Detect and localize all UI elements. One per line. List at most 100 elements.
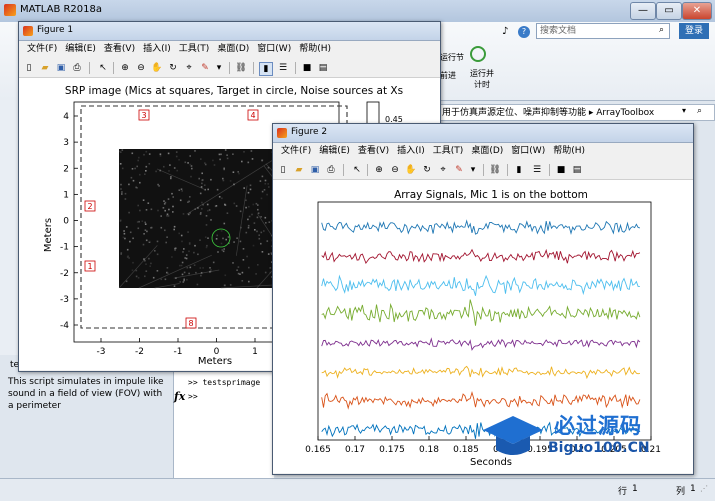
maximize-button[interactable]: ▭ (656, 2, 682, 20)
minimize-button[interactable]: — (630, 2, 656, 20)
status-bar-resize-icon[interactable]: ⋰ (700, 484, 708, 493)
link-icon[interactable]: ⛓ (235, 62, 247, 74)
hide-plot-tools-icon[interactable]: ■ (555, 164, 567, 176)
menu-desktop[interactable]: 桌面(D) (217, 42, 249, 56)
current-folder-path[interactable]: 用于仿真声源定位、噪声抑制等功能 ▸ ArrayToolbox (438, 104, 715, 121)
heatmap-pixel (144, 275, 146, 278)
heatmap-pixel (199, 192, 202, 195)
brush-dropdown-icon[interactable]: ▾ (467, 164, 479, 176)
command-window[interactable]: >> testsprimage >> fx (173, 372, 274, 478)
brush-icon[interactable]: ✎ (199, 62, 211, 74)
menu-window[interactable]: 窗口(W) (511, 144, 545, 158)
heatmap-pixel (120, 188, 122, 190)
menu-edit[interactable]: 编辑(E) (65, 42, 96, 56)
link-icon[interactable]: ⛓ (489, 164, 501, 176)
save-icon[interactable]: ▣ (55, 62, 67, 74)
pan-icon[interactable]: ✋ (151, 62, 163, 74)
menu-help[interactable]: 帮助(H) (299, 42, 331, 56)
menu-help[interactable]: 帮助(H) (553, 144, 585, 158)
menu-tools[interactable]: 工具(T) (179, 42, 210, 56)
heatmap-pixel (237, 171, 239, 173)
heatmap-pixel (220, 230, 223, 232)
menu-edit[interactable]: 编辑(E) (319, 144, 350, 158)
heatmap-pixel (162, 207, 165, 209)
heatmap-pixel (220, 242, 223, 245)
fx-icon[interactable]: fx (174, 390, 185, 403)
print-icon[interactable]: ⎙ (71, 62, 83, 74)
heatmap-pixel (173, 225, 176, 228)
new-file-icon[interactable]: ▯ (23, 62, 35, 74)
brush-icon[interactable]: ✎ (453, 164, 465, 176)
menu-desktop[interactable]: 桌面(D) (471, 144, 503, 158)
pointer-icon[interactable]: ↖ (97, 62, 109, 74)
heatmap-pixel (247, 226, 250, 229)
ytick-label: 2 (63, 164, 69, 174)
zoom-out-icon[interactable]: ⊖ (389, 164, 401, 176)
close-button[interactable]: ✕ (682, 2, 712, 20)
advance-button[interactable]: 前进 (440, 70, 456, 81)
menu-view[interactable]: 查看(V) (358, 144, 389, 158)
menu-file[interactable]: 文件(F) (281, 144, 311, 158)
menu-insert[interactable]: 插入(I) (143, 42, 171, 56)
heatmap-pixel (222, 179, 225, 182)
heatmap-pixel (176, 169, 178, 172)
search-input[interactable]: 搜索文档 (536, 23, 670, 39)
data-cursor-icon[interactable]: ⌖ (437, 164, 449, 176)
question-icon[interactable]: ? (518, 26, 530, 38)
show-plot-tools-icon[interactable]: ▤ (317, 62, 329, 74)
heatmap-pixel (204, 188, 206, 191)
heatmap-pixel (241, 160, 243, 163)
menu-window[interactable]: 窗口(W) (257, 42, 291, 56)
heatmap-pixel (258, 234, 260, 236)
heatmap-pixel (160, 278, 163, 281)
menu-tools[interactable]: 工具(T) (433, 144, 464, 158)
heatmap-pixel (164, 229, 166, 232)
show-plot-tools-icon[interactable]: ▤ (571, 164, 583, 176)
folder-dropdown-icon[interactable]: ▾ (682, 106, 686, 115)
run-and-time-button[interactable]: 运行并 计时 (466, 68, 498, 90)
open-folder-icon[interactable]: ▰ (39, 62, 51, 74)
zoom-out-icon[interactable]: ⊖ (135, 62, 147, 74)
colorbar-icon[interactable]: ▮ (259, 62, 273, 76)
heatmap-pixel (260, 231, 263, 234)
heatmap-pixel (205, 246, 208, 249)
heatmap-pixel (175, 155, 178, 158)
colorbar-icon[interactable]: ▮ (513, 164, 525, 176)
data-cursor-icon[interactable]: ⌖ (183, 62, 195, 74)
zoom-in-icon[interactable]: ⊕ (373, 164, 385, 176)
heatmap-pixel (193, 251, 195, 254)
heatmap-pixel (120, 253, 122, 255)
login-button[interactable]: 登录 (679, 23, 709, 39)
brush-dropdown-icon[interactable]: ▾ (213, 62, 225, 74)
search-icon[interactable]: ⌕ (659, 25, 664, 35)
rotate-icon[interactable]: ↻ (167, 62, 179, 74)
heatmap-pixel (188, 242, 191, 244)
pointer-icon[interactable]: ↖ (351, 164, 363, 176)
legend-icon[interactable]: ☰ (531, 164, 543, 176)
hide-plot-tools-icon[interactable]: ■ (301, 62, 313, 74)
pan-icon[interactable]: ✋ (405, 164, 417, 176)
heatmap-pixel (136, 165, 138, 168)
open-folder-icon[interactable]: ▰ (293, 164, 305, 176)
new-file-icon[interactable]: ▯ (277, 164, 289, 176)
print-icon[interactable]: ⎙ (325, 164, 337, 176)
mic-8-label: 8 (188, 319, 193, 328)
rotate-icon[interactable]: ↻ (421, 164, 433, 176)
heatmap-pixel (180, 264, 183, 267)
menu-view[interactable]: 查看(V) (104, 42, 135, 56)
search-folder-icon[interactable]: ⌕ (697, 106, 702, 116)
menu-file[interactable]: 文件(F) (27, 42, 57, 56)
legend-icon[interactable]: ☰ (277, 62, 289, 74)
heatmap-pixel (123, 232, 126, 235)
heatmap-pixel (183, 278, 185, 281)
status-bar: 行 1 列 1 (0, 478, 715, 501)
zoom-in-icon[interactable]: ⊕ (119, 62, 131, 74)
heatmap-pixel (205, 224, 208, 226)
heatmap-pixel (218, 153, 221, 156)
status-row-value: 1 (632, 484, 638, 494)
run-section-button[interactable]: 运行节 (440, 52, 464, 63)
save-icon[interactable]: ▣ (309, 164, 321, 176)
figure-2-toolbar: ▯ ▰ ▣ ⎙ ↖ ⊕ ⊖ ✋ ↻ ⌖ ✎ ▾ ⛓ ▮ ☰ ■ ▤ (273, 161, 693, 180)
bell-icon[interactable]: ♪ (502, 26, 508, 37)
menu-insert[interactable]: 插入(I) (397, 144, 425, 158)
